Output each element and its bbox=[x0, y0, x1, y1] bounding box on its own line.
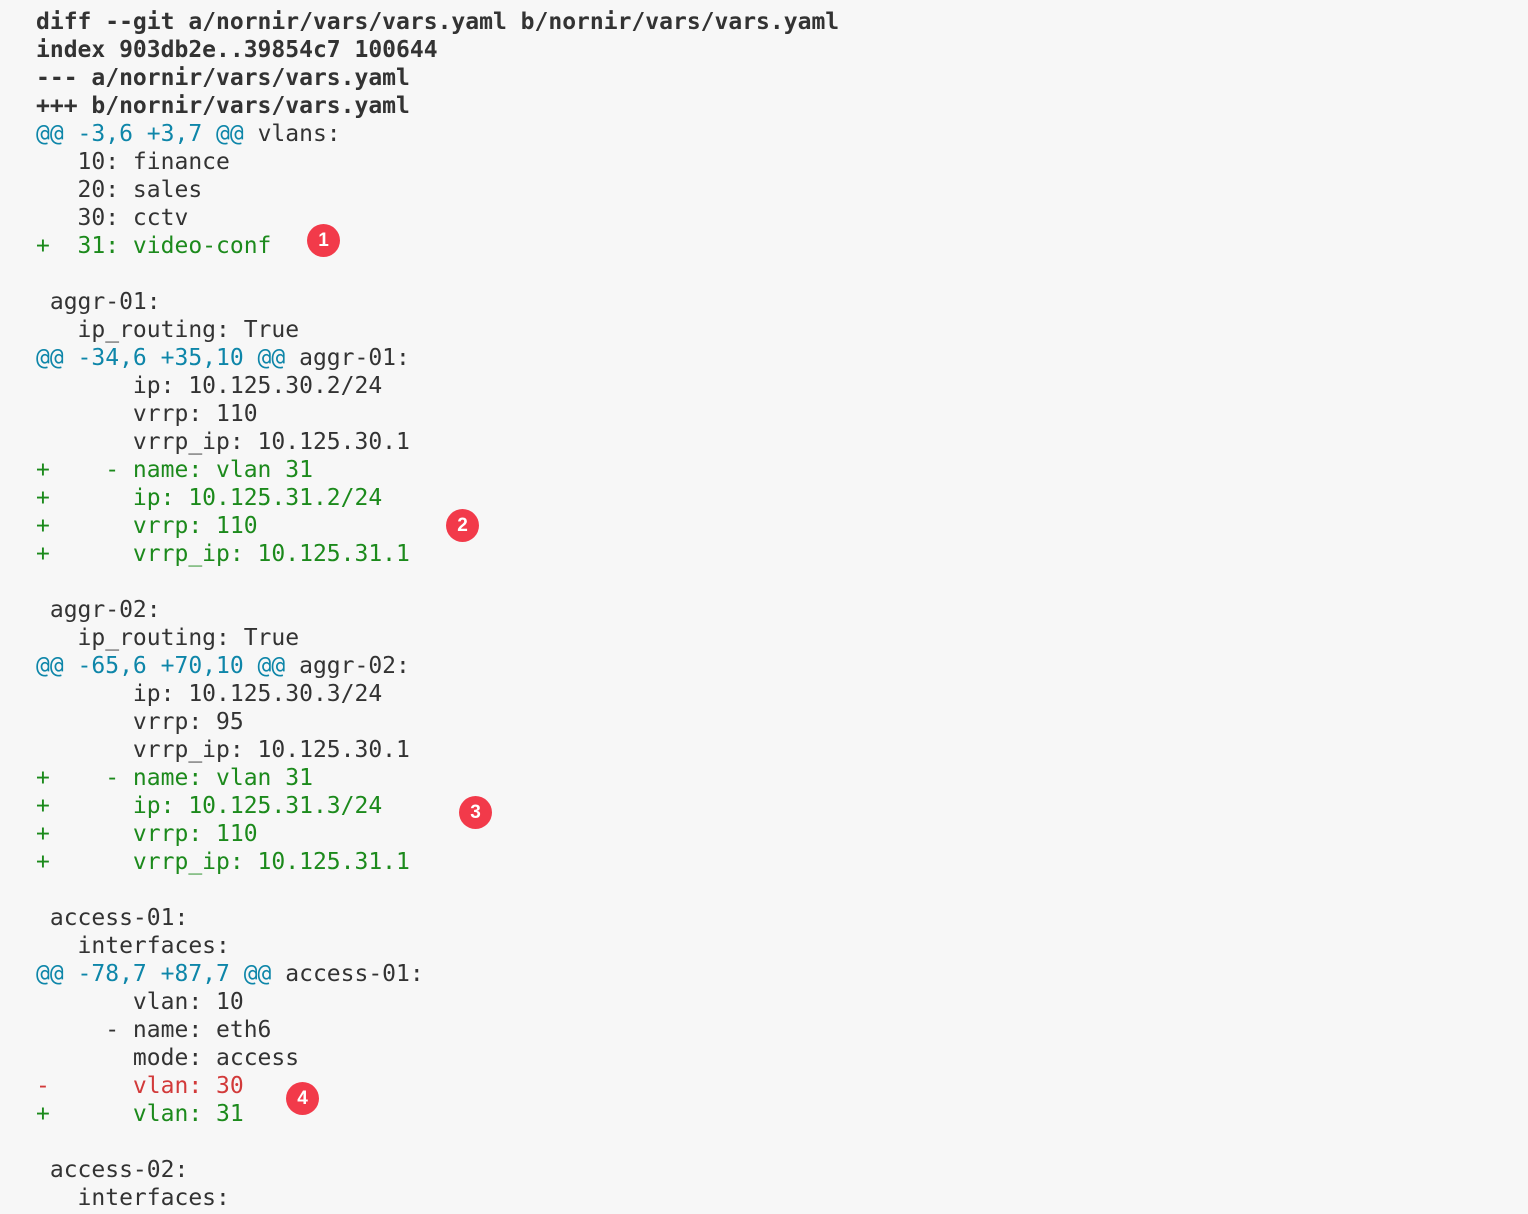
added-line: + 31: video-conf bbox=[36, 233, 272, 259]
context-line: vlan: 10 bbox=[36, 989, 244, 1015]
added-line: + vlan: 31 bbox=[36, 1101, 244, 1127]
added-line: + vrrp_ip: 10.125.31.1 bbox=[36, 541, 410, 567]
added-line: + vrrp_ip: 10.125.31.1 bbox=[36, 849, 410, 875]
hunk-range: @@ -34,6 +35,10 @@ bbox=[36, 345, 286, 371]
context-line: mode: access bbox=[36, 1045, 300, 1071]
hunk-context: vlans: bbox=[243, 121, 341, 147]
hunk-context: access-01: bbox=[271, 961, 424, 987]
context-line: 30: cctv bbox=[36, 205, 189, 231]
context-line: 20: sales bbox=[36, 177, 203, 203]
context-line: aggr-01: bbox=[36, 289, 161, 315]
annotation-badge-3: 3 bbox=[459, 796, 492, 829]
annotation-badge-2: 2 bbox=[446, 509, 479, 542]
context-line: aggr-02: bbox=[36, 597, 161, 623]
hunk-range: @@ -78,7 +87,7 @@ bbox=[36, 961, 272, 987]
context-line: interfaces: bbox=[36, 1185, 230, 1211]
annotation-badge-4: 4 bbox=[286, 1082, 319, 1115]
hunk-header: @@ -34,6 +35,10 @@ aggr-01: bbox=[36, 344, 839, 372]
context-line: vrrp: 95 bbox=[36, 709, 244, 735]
added-line: + vrrp: 110 bbox=[36, 513, 258, 539]
hunk-header: @@ -65,6 +70,10 @@ aggr-02: bbox=[36, 652, 839, 680]
hunk-header: @@ -3,6 +3,7 @@ vlans: bbox=[36, 120, 839, 148]
diff-output: diff --git a/nornir/vars/vars.yaml b/nor… bbox=[36, 8, 839, 1212]
diff-header-line: diff --git a/nornir/vars/vars.yaml b/nor… bbox=[36, 9, 840, 35]
hunk-range: @@ -3,6 +3,7 @@ bbox=[36, 121, 244, 147]
added-line: + - name: vlan 31 bbox=[36, 765, 313, 791]
removed-line: - vlan: 30 bbox=[36, 1073, 244, 1099]
index-line: index 903db2e..39854c7 100644 bbox=[36, 37, 438, 63]
added-line: + - name: vlan 31 bbox=[36, 457, 313, 483]
added-line: + ip: 10.125.31.2/24 bbox=[36, 485, 383, 511]
hunk-header: @@ -78,7 +87,7 @@ access-01: bbox=[36, 960, 839, 988]
hunk-context: aggr-02: bbox=[285, 653, 410, 679]
annotation-badge-1: 1 bbox=[307, 224, 340, 257]
context-line: vrrp: 110 bbox=[36, 401, 258, 427]
added-line: + vrrp: 110 bbox=[36, 821, 258, 847]
context-line: interfaces: bbox=[36, 933, 230, 959]
context-line: - name: eth6 bbox=[36, 1017, 272, 1043]
context-line: ip: 10.125.30.2/24 bbox=[36, 373, 383, 399]
context-line: ip: 10.125.30.3/24 bbox=[36, 681, 383, 707]
terminal-window: diff --git a/nornir/vars/vars.yaml b/nor… bbox=[0, 0, 1528, 1214]
hunk-context: aggr-01: bbox=[285, 345, 410, 371]
context-line: access-02: bbox=[36, 1157, 189, 1183]
context-line: ip_routing: True bbox=[36, 625, 300, 651]
context-line: vrrp_ip: 10.125.30.1 bbox=[36, 737, 410, 763]
old-file-line: --- a/nornir/vars/vars.yaml bbox=[36, 65, 410, 91]
context-line: vrrp_ip: 10.125.30.1 bbox=[36, 429, 410, 455]
context-line: access-01: bbox=[36, 905, 189, 931]
context-line: 10: finance bbox=[36, 149, 230, 175]
added-line: + ip: 10.125.31.3/24 bbox=[36, 793, 383, 819]
hunk-range: @@ -65,6 +70,10 @@ bbox=[36, 653, 286, 679]
context-line: ip_routing: True bbox=[36, 317, 300, 343]
new-file-line: +++ b/nornir/vars/vars.yaml bbox=[36, 93, 410, 119]
